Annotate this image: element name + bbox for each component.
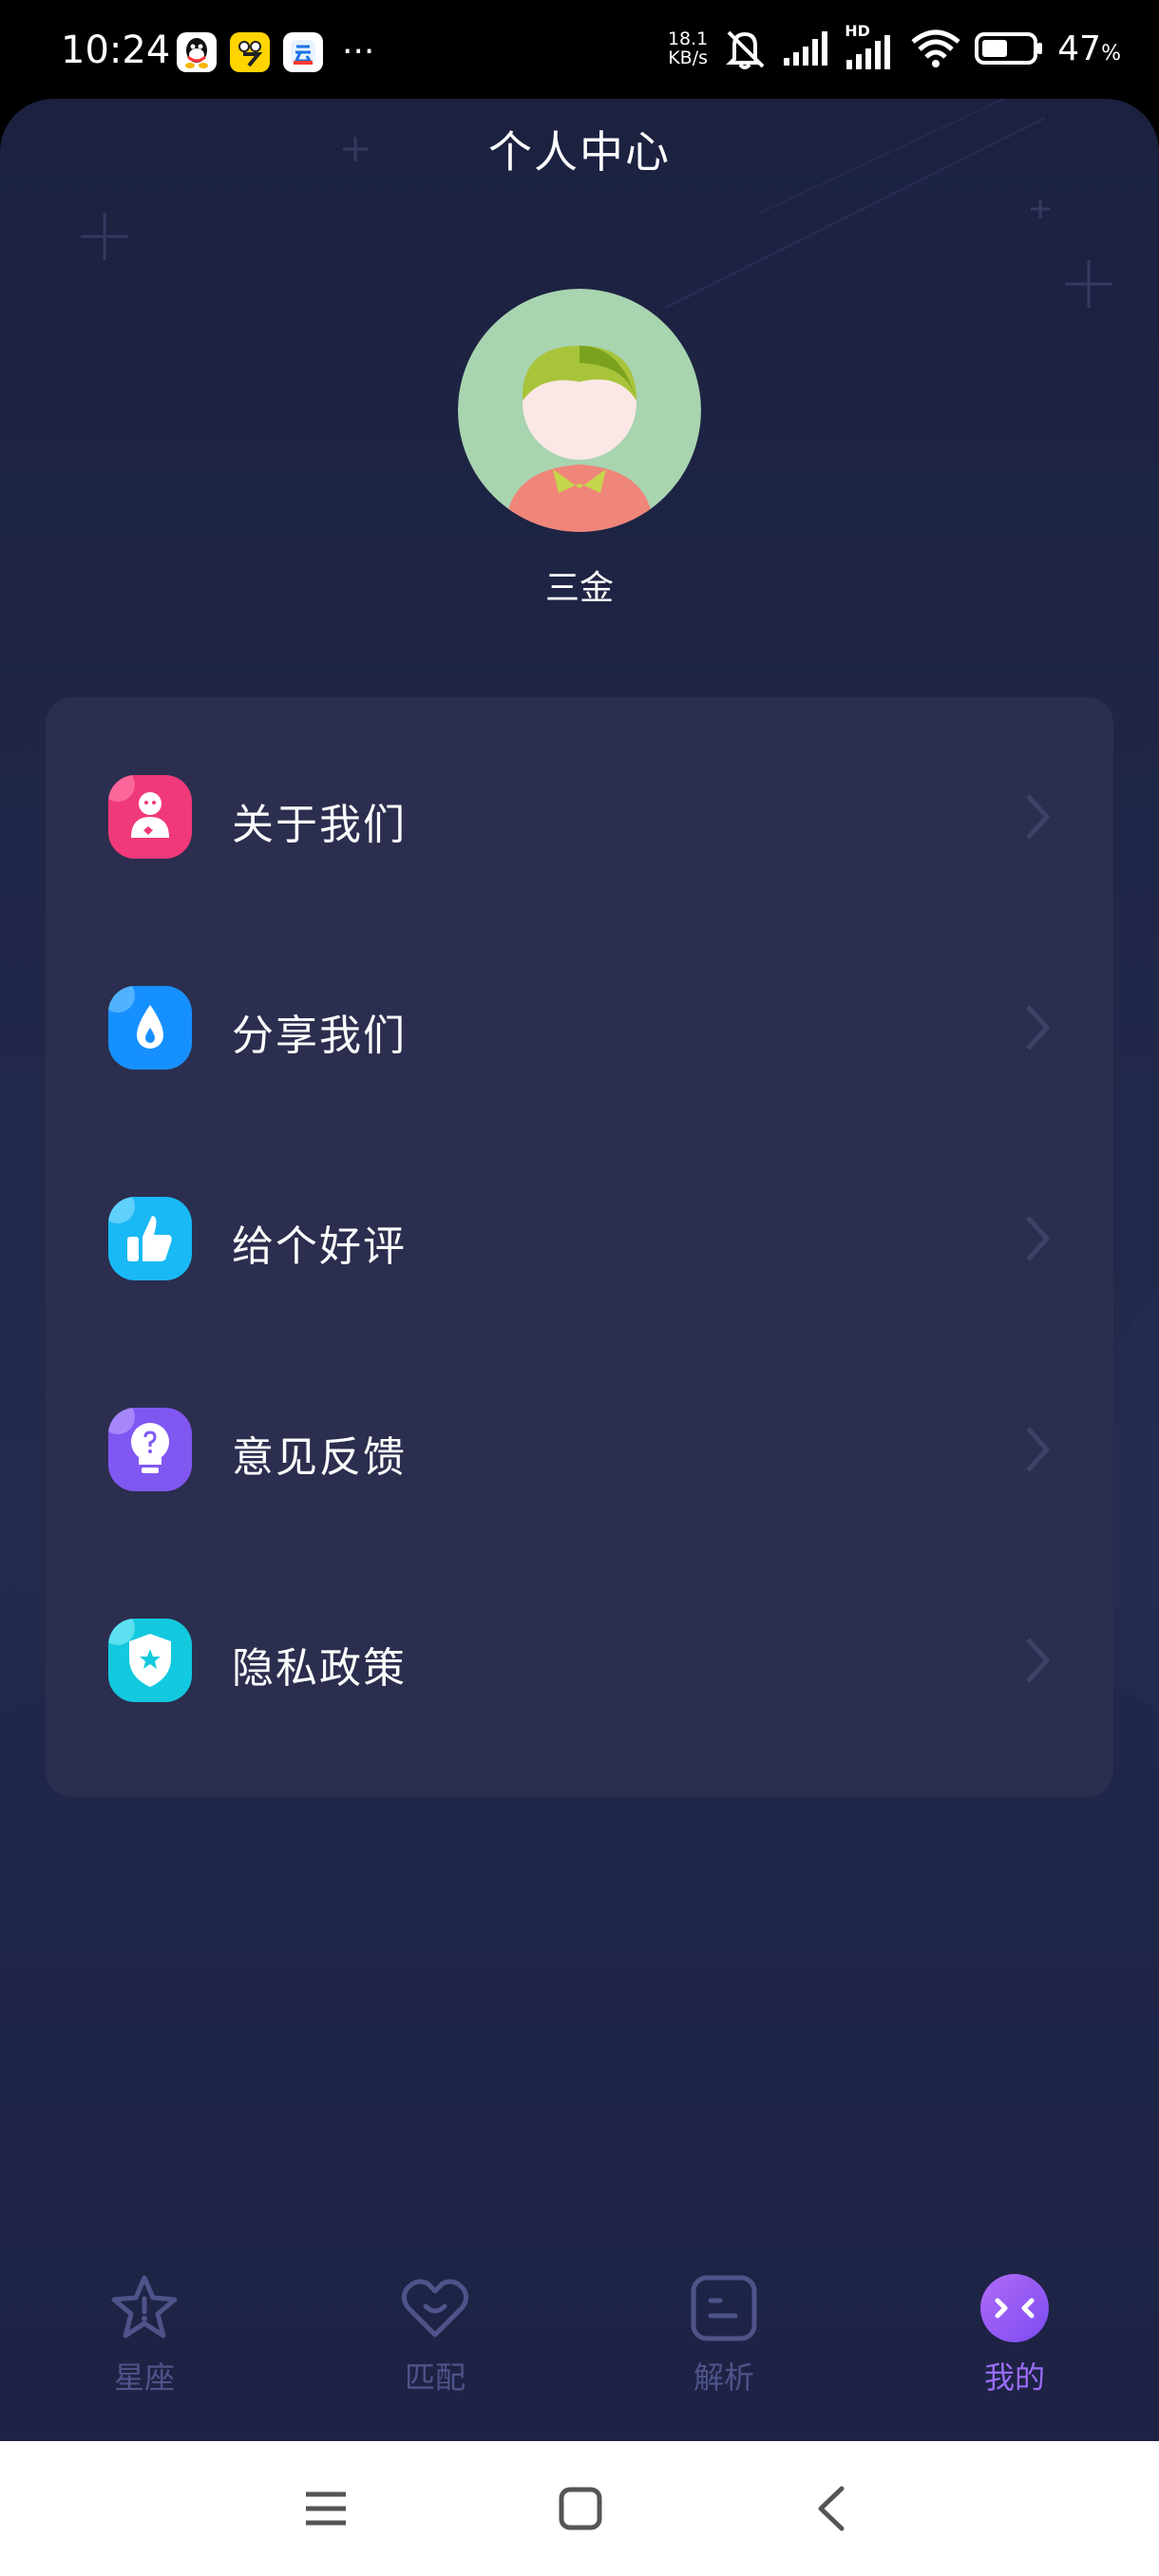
star-icon [111,2275,178,2339]
status-bar: 10:24 ··· 18.1 KB/s HD 47% [0,0,1159,103]
tab-label: 匹配 [404,2359,466,2396]
chevron-right-icon [1026,1638,1051,1683]
page-title: 个人中心 [488,126,671,178]
thumbs-up-icon [108,1197,192,1280]
lightbulb-icon [108,1408,192,1491]
username: 三金 [544,569,614,608]
tab-label: 星座 [113,2359,175,2396]
profile-screen: 个人中心 三金 关于我们 分享我们 给个好评 意见反馈 隐私政策 星座 匹配 解… [0,99,1159,2441]
menu-nav-icon[interactable] [293,2475,359,2542]
menu-item-about-us[interactable]: 关于我们 [46,722,1113,912]
tab-label: 解析 [693,2359,754,2396]
battery-icon [975,32,1043,65]
avatar[interactable] [458,289,701,532]
menu-item-privacy[interactable]: 隐私政策 [46,1565,1113,1755]
battery-value: 47 [1057,28,1102,68]
tab-constellation[interactable]: 星座 [59,2270,230,2413]
tab-analysis[interactable]: 解析 [638,2270,809,2413]
menu-item-share[interactable]: 分享我们 [46,933,1113,1123]
about-us-icon [108,775,192,859]
signal-hd-icon: HD [845,22,898,69]
more-icon: ··· [342,32,375,71]
menu-label: 给个好评 [232,1222,407,1271]
app-7-icon [230,32,270,72]
signal-icon [784,31,828,66]
share-icon [108,986,192,1070]
tab-mine[interactable]: 我的 [929,2270,1100,2413]
mute-icon [726,30,765,69]
chevron-right-icon [1026,1427,1051,1472]
menu-item-feedback[interactable]: 意见反馈 [46,1354,1113,1544]
home-nav-icon[interactable] [547,2475,614,2542]
menu-label: 分享我们 [232,1012,407,1060]
settings-menu-card: 关于我们 分享我们 给个好评 意见反馈 隐私政策 [46,697,1113,1797]
profile-face-icon [980,2274,1049,2342]
heart-icon [401,2279,469,2338]
system-nav-bar [0,2441,1159,2576]
battery-unit: % [1101,41,1121,66]
bottom-tab-bar: 星座 匹配 解析 我的 [0,2242,1159,2441]
qq-icon [177,32,217,72]
back-nav-icon[interactable] [800,2475,866,2542]
notification-icons: ··· [177,32,374,72]
menu-label: 关于我们 [232,801,407,849]
chevron-right-icon [1026,1005,1051,1051]
shield-icon [108,1619,192,1702]
avatar-illustration [458,289,701,532]
wifi-icon [911,29,960,67]
battery-percent: 47% [1057,29,1121,68]
menu-item-rate[interactable]: 给个好评 [46,1144,1113,1334]
chevron-right-icon [1026,1216,1051,1261]
chevron-right-icon [1026,794,1051,840]
speed-value: 18.1 [667,28,709,49]
menu-label: 隐私政策 [232,1644,407,1693]
status-right: 18.1 KB/s HD 47% [668,22,1121,70]
analysis-icon [691,2275,757,2341]
menu-label: 意见反馈 [232,1433,407,1482]
speed-unit: KB/s [668,47,709,68]
status-time: 10:24 [61,28,171,72]
app-yun-icon [283,32,323,72]
tab-label: 我的 [983,2359,1045,2396]
network-speed: 18.1 KB/s [668,29,708,67]
tab-match[interactable]: 匹配 [350,2270,521,2413]
